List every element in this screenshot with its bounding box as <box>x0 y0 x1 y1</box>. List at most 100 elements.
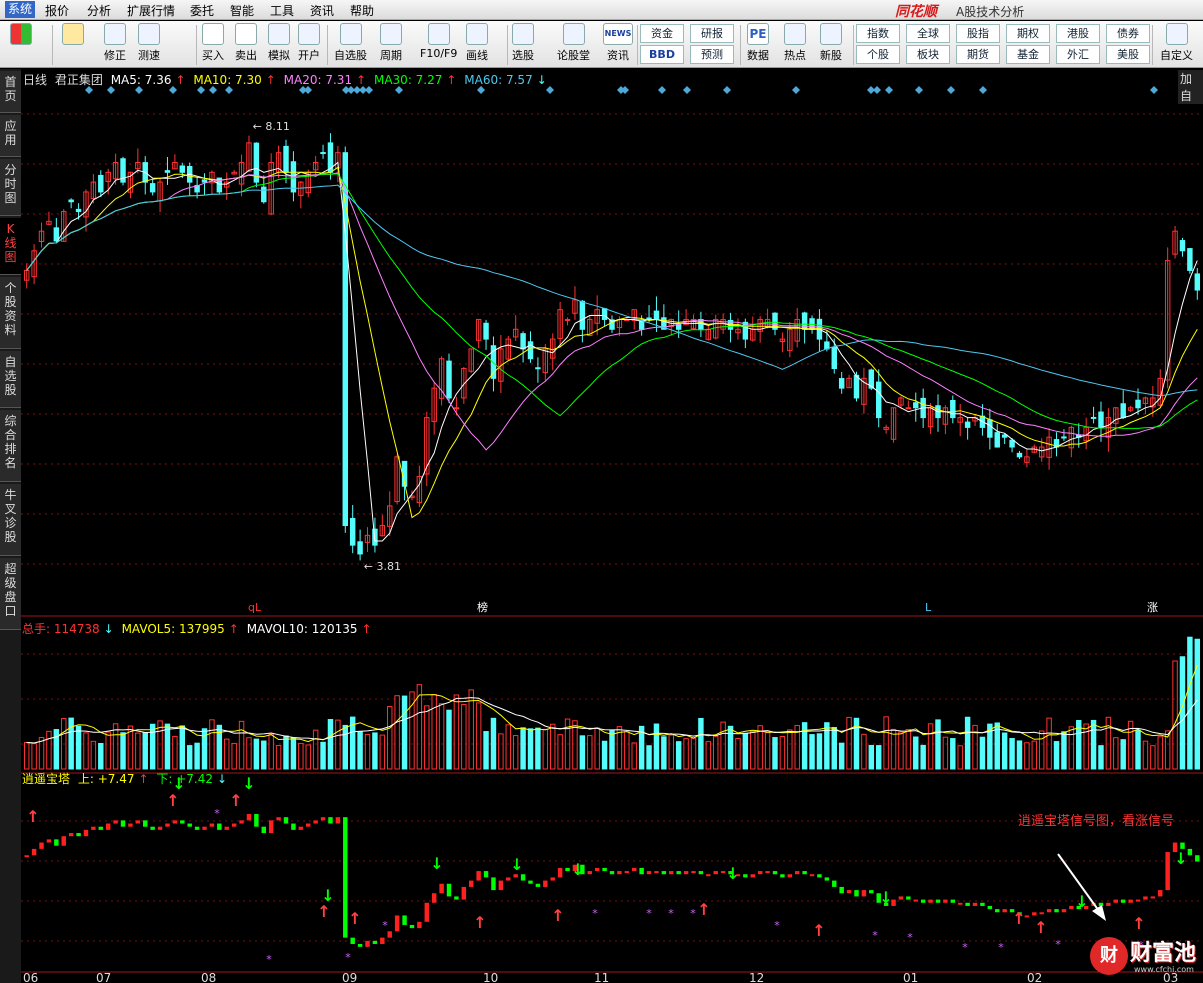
volume-bar <box>364 733 371 770</box>
volume-bar <box>490 717 497 770</box>
volume-bar <box>142 732 148 770</box>
volume-bar <box>505 724 511 770</box>
candle <box>535 367 541 370</box>
quick-button[interactable]: 期货 <box>956 45 1000 64</box>
quick-button[interactable]: 资金 <box>640 24 684 43</box>
sidebar-tab-1[interactable]: 应用 <box>0 115 21 157</box>
candle <box>1016 452 1023 458</box>
tower-bar <box>61 836 66 846</box>
tower-bar <box>987 905 993 910</box>
menu-item-1[interactable]: 报价 <box>45 2 69 19</box>
quick-button[interactable]: 美股 <box>1106 45 1150 64</box>
menu-item-4[interactable]: 委托 <box>190 2 214 19</box>
sidebar-tab-8[interactable]: 超级盘口 <box>0 558 21 630</box>
toolbar-button-news[interactable]: NEWS 资讯 <box>603 23 633 63</box>
quick-button[interactable]: 研报 <box>690 24 734 43</box>
toolbar-button-back-arrow[interactable] <box>62 23 84 47</box>
menu-item-8[interactable]: 帮助 <box>350 2 374 19</box>
toolbar-button-pen[interactable]: 画线 <box>466 23 488 63</box>
toolbar-button-hot[interactable]: 热点 <box>784 23 806 63</box>
toolbar-button-grid[interactable] <box>10 23 32 47</box>
toolbar-button-buy[interactable]: 买买入 <box>202 23 224 63</box>
quick-button[interactable]: 外汇 <box>1056 45 1100 64</box>
volume-bar <box>1031 740 1038 770</box>
toolbar-button-pe[interactable]: PE 数据 <box>747 23 769 63</box>
toolbar-button-sell[interactable]: 卖卖出 <box>235 23 257 63</box>
quick-button[interactable]: 股指 <box>956 24 1000 43</box>
tower-bar <box>254 814 259 827</box>
tower-bar <box>498 880 504 891</box>
quick-button[interactable]: 指数 <box>856 24 900 43</box>
volume-bar <box>1061 731 1067 770</box>
volume-bar <box>446 709 452 770</box>
menu-item-3[interactable]: 扩展行情 <box>127 2 175 19</box>
indicator-name[interactable]: 逍遥宝塔 <box>22 772 70 786</box>
volume-bar <box>913 736 919 770</box>
toolbar-button-ipo[interactable]: 新股 <box>820 23 842 63</box>
sidebar-tab-4[interactable]: 个股资料 <box>0 277 21 349</box>
quick-button[interactable]: 债券 <box>1106 24 1150 43</box>
sidebar-tab-5[interactable]: 自选股 <box>0 351 21 408</box>
volume-bar <box>1098 745 1104 770</box>
volume-bar <box>38 737 45 770</box>
sell-signal-arrow-icon: ↓ <box>321 886 334 905</box>
tower-bar <box>24 855 29 858</box>
quick-button[interactable]: 期权 <box>1006 24 1050 43</box>
menu-item-6[interactable]: 工具 <box>270 2 294 19</box>
menu-item-0[interactable]: 系统 <box>5 1 36 18</box>
quick-button[interactable]: BBD <box>640 45 684 64</box>
sidebar-tab-6[interactable]: 综合排名 <box>0 410 21 482</box>
tower-bar <box>246 814 252 821</box>
volume-bar <box>149 723 156 770</box>
kline-chart-svg[interactable]: ← 8.11← 3.81qL 榜 L 涨↑↑ ↑↑ ↑ ↑ ↑ ↑↑↑ ↑ ↑↓ ↓↓↓ ↓ ↓ ↓↓ ↓↓*… <box>21 69 1203 983</box>
tower-bar <box>617 871 622 875</box>
ma10-value: MA10: 7.30 <box>193 73 262 87</box>
volume-bar <box>735 738 741 770</box>
tower-bar <box>357 943 363 947</box>
toolbar-button-monitor[interactable]: 选股 <box>512 23 534 63</box>
up-arrow-icon: ↑ <box>356 73 367 87</box>
toolbar-button-doc[interactable]: F10/F9 <box>420 23 457 60</box>
toolbar-button-star[interactable]: 自选股 <box>334 23 367 63</box>
candle <box>261 186 267 203</box>
toolbar-button-hammer[interactable]: 模拟 <box>268 23 290 63</box>
sidebar-tab-2[interactable]: 分时图 <box>0 159 21 216</box>
volume-bar <box>846 716 852 770</box>
doc-icon <box>427 23 450 45</box>
toolbar-button-clock[interactable]: 周期 <box>380 23 402 63</box>
volume-bar <box>601 740 608 770</box>
volume-bar <box>357 731 363 770</box>
stock-name[interactable]: 君正集团 <box>55 73 103 87</box>
quick-button[interactable]: 港股 <box>1056 24 1100 43</box>
menu-item-7[interactable]: 资讯 <box>310 2 334 19</box>
annotation-pointer-head <box>1092 905 1106 921</box>
toolbar-button-lock[interactable]: 开户 <box>298 23 320 63</box>
star-icon <box>339 23 362 45</box>
volume-bar <box>105 731 111 770</box>
quick-button[interactable]: 全球 <box>906 24 950 43</box>
quick-button[interactable]: 基金 <box>1006 45 1050 64</box>
chart-area[interactable]: ← 8.11 ← 3.81 qL 榜 L 涨 ↑ ↑ ↑ ↑ ↑ ↑ ↑ ↑ ↑ ↑ ↑ ↑ ↓ ↓ ↓ ↓ ↓ ↓ ↓ ↓ ↓ ↓ *… <box>21 69 1203 983</box>
toolbar-button-talk[interactable]: 论股堂 <box>557 23 590 63</box>
toolbar-label: 资讯 <box>607 49 629 62</box>
toolbar-button-updown[interactable]: 修正 <box>104 23 126 63</box>
tower-bar <box>1120 899 1126 903</box>
candle <box>1009 439 1015 448</box>
sidebar-tab-3[interactable]: K线图 <box>0 218 21 275</box>
sidebar-tab-0[interactable]: 首页 <box>0 71 21 113</box>
toolbar-button-speed[interactable]: 测速 <box>138 23 160 63</box>
menu-item-2[interactable]: 分析 <box>87 2 111 19</box>
toolbar-button-custom[interactable]: 自定义 <box>1160 23 1193 63</box>
menu-item-5[interactable]: 智能 <box>230 2 254 19</box>
mavol10-value: MAVOL10: 120135 <box>246 622 358 636</box>
quick-button[interactable]: 板块 <box>906 45 950 64</box>
watermark-text: 财富池 <box>1130 941 1197 966</box>
add-tab[interactable]: 加自 <box>1178 70 1203 104</box>
tower-bar <box>446 883 452 897</box>
quick-button[interactable]: 个股 <box>856 45 900 64</box>
tower-bar <box>1098 902 1104 906</box>
sidebar-tab-7[interactable]: 牛叉诊股 <box>0 484 21 556</box>
quick-button[interactable]: 预测 <box>690 45 734 64</box>
volume-bar <box>283 735 289 770</box>
asterisk-marker: * <box>907 931 913 944</box>
